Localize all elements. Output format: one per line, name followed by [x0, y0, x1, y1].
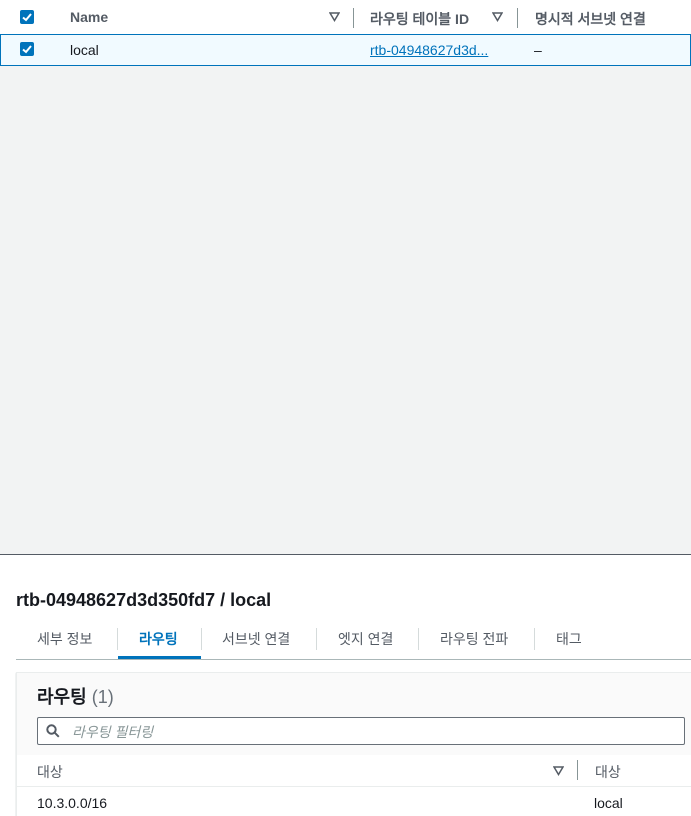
sort-caret-icon[interactable] — [329, 12, 340, 22]
route-target: local — [594, 795, 623, 811]
route-filter-field[interactable] — [37, 717, 685, 745]
detail-tabs: 세부 정보 라우팅 서브넷 연결 엣지 연결 라우팅 전파 태그 — [16, 624, 691, 660]
tab-separator — [316, 628, 317, 650]
tab-routes[interactable]: 라우팅 — [139, 629, 178, 649]
routes-panel-header: 라우팅 (1) — [17, 673, 691, 755]
row-checkbox[interactable] — [20, 42, 34, 56]
tab-tags[interactable]: 태그 — [556, 629, 582, 649]
sort-caret-icon[interactable] — [553, 766, 564, 776]
routes-panel: 라우팅 (1) 대상 대상 10.3.0.0/16 local — [16, 672, 691, 816]
column-resizer[interactable] — [517, 8, 518, 28]
column-header-name[interactable]: Name — [70, 9, 108, 25]
column-header-route-table-id[interactable]: 라우팅 테이블 ID — [370, 9, 469, 29]
column-resizer[interactable] — [577, 760, 578, 780]
check-icon — [22, 13, 32, 22]
tab-separator — [117, 628, 118, 650]
tab-separator — [201, 628, 202, 650]
route-table-list-area: Name 라우팅 테이블 ID 명시적 서브넷 연결 local rtb-049… — [0, 0, 691, 555]
tab-route-propagation[interactable]: 라우팅 전파 — [440, 629, 508, 649]
sort-caret-icon[interactable] — [492, 12, 503, 22]
cell-explicit-subnet: – — [534, 42, 542, 58]
table-row[interactable]: local rtb-04948627d3d... – — [0, 34, 691, 66]
column-header-destination[interactable]: 대상 — [37, 762, 63, 782]
routes-panel-title: 라우팅 (1) — [37, 683, 114, 709]
cell-name: local — [70, 42, 99, 58]
tab-details[interactable]: 세부 정보 — [37, 629, 92, 649]
active-tab-indicator — [118, 656, 201, 659]
select-all-checkbox[interactable] — [20, 10, 34, 24]
search-icon — [46, 724, 60, 738]
table-header-divider — [17, 786, 691, 787]
tab-separator — [534, 628, 535, 650]
column-resizer[interactable] — [353, 8, 354, 28]
tab-separator — [418, 628, 419, 650]
detail-title: rtb-04948627d3d350fd7 / local — [16, 590, 272, 610]
routes-count: (1) — [91, 687, 114, 707]
check-icon — [22, 45, 32, 54]
route-destination: 10.3.0.0/16 — [37, 795, 108, 811]
cell-route-table-id-link[interactable]: rtb-04948627d3d... — [370, 42, 488, 58]
routes-title-text: 라우팅 — [37, 687, 87, 707]
route-filter-input[interactable] — [70, 721, 674, 743]
column-header-target[interactable]: 대상 — [595, 762, 621, 782]
split-panel-divider[interactable] — [0, 554, 691, 555]
tab-subnet-associations[interactable]: 서브넷 연결 — [222, 629, 290, 649]
table-header: Name 라우팅 테이블 ID 명시적 서브넷 연결 — [0, 0, 691, 35]
tab-edge-associations[interactable]: 엣지 연결 — [338, 629, 393, 649]
column-header-explicit-subnet[interactable]: 명시적 서브넷 연결 — [535, 9, 646, 29]
